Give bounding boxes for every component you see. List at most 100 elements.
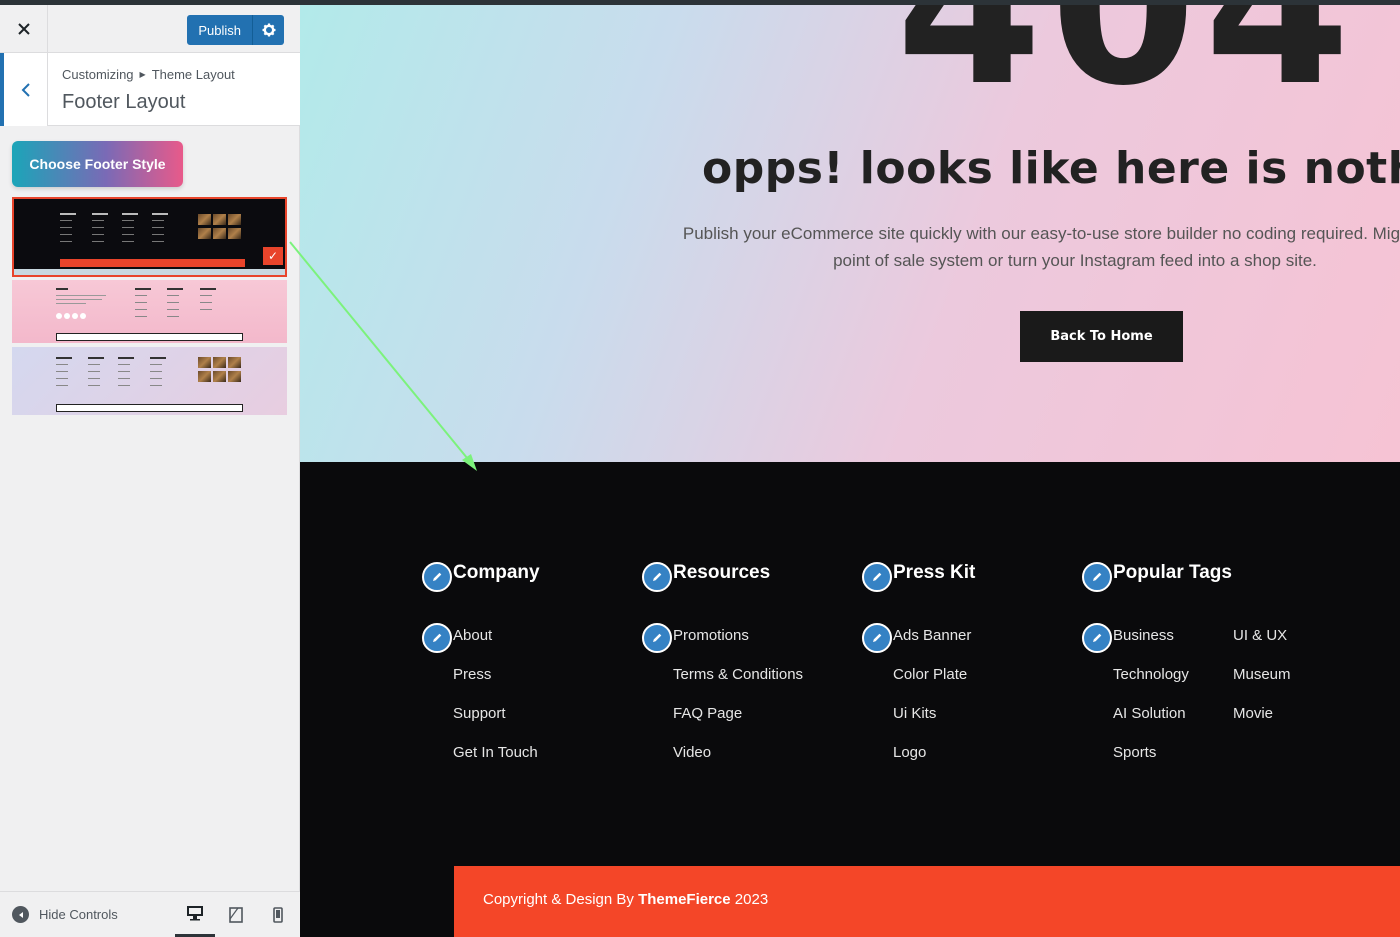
footer-tag-link[interactable]: AI Solution <box>1113 705 1186 722</box>
breadcrumb-separator-icon: ▶ <box>139 70 146 79</box>
breadcrumb-customizing: Customizing <box>62 67 134 82</box>
sidebar-header: Publish <box>0 5 300 53</box>
edit-shortcut-icon[interactable] <box>1082 623 1112 653</box>
footer-link[interactable]: Logo <box>893 744 926 761</box>
back-to-home-button[interactable]: Back To Home <box>1020 311 1183 362</box>
selected-check-icon: ✓ <box>263 247 283 265</box>
edit-shortcut-icon[interactable] <box>642 562 672 592</box>
footer-link[interactable]: Promotions <box>673 627 749 644</box>
thumb3-col-4 <box>150 357 166 392</box>
thumb1-image <box>213 228 226 239</box>
copyright-bar: Copyright & Design By ThemeFierce 2023 <box>454 866 1400 937</box>
edit-shortcut-icon[interactable] <box>862 623 892 653</box>
thumb1-bottom-strip <box>14 269 285 275</box>
breadcrumb-theme-layout: Theme Layout <box>151 67 235 82</box>
copyright-brand[interactable]: ThemeFierce <box>638 891 731 908</box>
footer-tag-link[interactable]: UI & UX <box>1233 627 1287 644</box>
footer-tag-link[interactable]: Business <box>1113 627 1174 644</box>
thumb1-image <box>213 214 226 225</box>
thumb3-image <box>228 357 241 368</box>
preview-mobile-button[interactable] <box>258 892 298 937</box>
section-title: Footer Layout <box>62 91 186 113</box>
footer-heading-popular-tags: Popular Tags <box>1113 562 1232 583</box>
thumb1-col-4 <box>152 213 168 248</box>
customizer-sidebar: Publish Customizing ▶ Theme Layout Foote… <box>0 5 300 937</box>
thumb1-col-1 <box>60 213 76 248</box>
footer-link[interactable]: Ads Banner <box>893 627 971 644</box>
close-icon <box>17 23 30 35</box>
edit-shortcut-icon[interactable] <box>422 562 452 592</box>
footer-tag-link[interactable]: Technology <box>1113 666 1189 683</box>
footer-link[interactable]: Get In Touch <box>453 744 538 761</box>
thumb1-copyright-bar <box>60 259 245 267</box>
footer-heading-press-kit: Press Kit <box>893 562 976 583</box>
footer-style-thumb-3[interactable] <box>12 347 287 415</box>
back-button[interactable] <box>0 53 48 126</box>
thumb3-col-2 <box>88 357 104 392</box>
footer-style-thumb-1[interactable]: ✓ <box>12 197 287 277</box>
desktop-icon <box>187 906 203 921</box>
preview-tablet-button[interactable] <box>216 892 256 937</box>
publish-group: Publish <box>187 15 284 45</box>
copyright-text: Copyright & Design By ThemeFierce 2023 <box>483 891 768 908</box>
thumb3-col-1 <box>56 357 72 392</box>
footer-link[interactable]: Press <box>453 666 491 683</box>
footer-link[interactable]: Support <box>453 705 506 722</box>
error-code: 404 <box>896 5 1359 132</box>
thumb1-image <box>228 214 241 225</box>
thumb2-brand-col <box>56 288 106 310</box>
section-header: Customizing ▶ Theme Layout Footer Layout <box>0 53 300 126</box>
copyright-year: 2023 <box>730 891 769 908</box>
footer-link[interactable]: Terms & Conditions <box>673 666 803 683</box>
edit-shortcut-icon[interactable] <box>862 562 892 592</box>
footer-tag-link[interactable]: Sports <box>1113 744 1156 761</box>
thumb3-image <box>228 371 241 382</box>
site-preview: 404 opps! looks like here is noth Publis… <box>300 5 1400 937</box>
footer-tag-link[interactable]: Museum <box>1233 666 1291 683</box>
chevron-left-icon <box>21 82 30 97</box>
footer-link[interactable]: FAQ Page <box>673 705 742 722</box>
choose-footer-style-button[interactable]: Choose Footer Style <box>12 141 183 187</box>
close-customizer-button[interactable] <box>0 5 48 53</box>
thumb2-col-2 <box>167 288 183 323</box>
footer-tag-link[interactable]: Movie <box>1233 705 1273 722</box>
thumb1-image <box>198 214 211 225</box>
thumb3-col-3 <box>118 357 134 392</box>
footer-heading-resources: Resources <box>673 562 771 583</box>
publish-settings-button[interactable] <box>252 15 284 45</box>
footer-link[interactable]: Ui Kits <box>893 705 936 722</box>
collapse-arrow-icon <box>12 906 29 923</box>
error-heading: opps! looks like here is noth <box>702 143 1400 194</box>
error-description: Publish your eCommerce site quickly with… <box>682 224 1400 270</box>
hide-controls-button[interactable]: Hide Controls <box>12 906 118 923</box>
thumb1-col-2 <box>92 213 108 248</box>
thumb1-image <box>198 228 211 239</box>
tablet-icon <box>229 907 243 923</box>
thumb3-image <box>198 371 211 382</box>
thumb3-copyright-bar <box>56 404 243 412</box>
thumb3-image <box>198 357 211 368</box>
edit-shortcut-icon[interactable] <box>642 623 672 653</box>
site-footer: Company About Press Support Get In Touch… <box>300 462 1400 937</box>
footer-link[interactable]: Video <box>673 744 711 761</box>
footer-heading-company: Company <box>453 562 540 583</box>
sidebar-footer: Hide Controls <box>0 891 300 937</box>
thumb2-copyright-bar <box>56 333 243 341</box>
thumb2-social-icons <box>56 313 86 319</box>
breadcrumb: Customizing ▶ Theme Layout <box>62 67 235 82</box>
hide-controls-label: Hide Controls <box>39 907 118 922</box>
footer-style-thumb-2[interactable] <box>12 280 287 343</box>
thumb2-col-1 <box>135 288 151 323</box>
publish-button[interactable]: Publish <box>187 15 252 45</box>
edit-shortcut-icon[interactable] <box>422 623 452 653</box>
footer-link[interactable]: About <box>453 627 492 644</box>
thumb3-image <box>213 371 226 382</box>
mobile-icon <box>273 907 283 923</box>
copyright-prefix: Copyright & Design By <box>483 891 639 908</box>
footer-link[interactable]: Color Plate <box>893 666 967 683</box>
thumb1-image <box>228 228 241 239</box>
preview-desktop-button[interactable] <box>175 892 215 937</box>
thumb3-image <box>213 357 226 368</box>
thumb1-col-3 <box>122 213 138 248</box>
edit-shortcut-icon[interactable] <box>1082 562 1112 592</box>
